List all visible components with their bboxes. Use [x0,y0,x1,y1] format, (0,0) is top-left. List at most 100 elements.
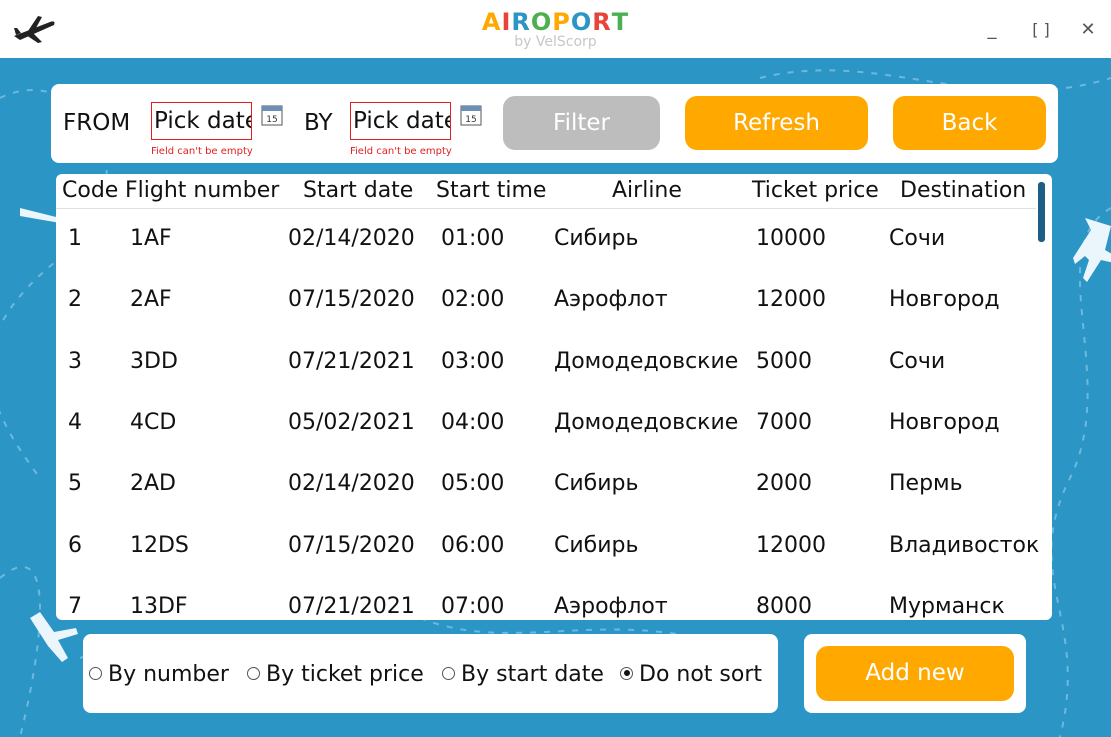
brand-letter: O [530,8,553,36]
cell-code: 4 [68,409,82,435]
cell-start-time: 03:00 [441,348,505,374]
cell-code: 1 [68,226,82,251]
cell-airline: Сибирь [554,471,639,497]
cell-ticket-price: 12000 [756,287,826,313]
cell-airline: Сибирь [554,532,639,558]
column-header-flight-number[interactable]: Flight number [125,178,279,203]
cell-start-time: 04:00 [441,409,505,435]
cell-airline: Аэрофлот [554,287,668,313]
radio-indicator[interactable] [442,666,455,680]
brand-letter: R [592,8,612,36]
radio-label: By start date [461,662,604,687]
cell-start-time: 06:00 [441,532,505,558]
title-bar: AIROPORT by VelScorp _ [ ] ✕ [0,0,1111,58]
cell-start-date: 02/14/2020 [288,471,415,497]
cell-destination: Сочи [889,226,946,251]
cell-start-date: 07/15/2020 [288,287,415,313]
cell-airline: Домодедовские [554,348,739,374]
cell-ticket-price: 12000 [756,532,826,558]
app-subtitle: by VelScorp [514,34,597,50]
radio-indicator[interactable] [89,666,102,680]
cell-ticket-price: 8000 [756,593,812,619]
back-button[interactable]: Back [893,96,1046,150]
filter-button[interactable]: Filter [503,96,660,150]
table-row[interactable]: 5 2AD 02/14/2020 05:00 Сибирь 2000 Пермь [56,457,1036,518]
radio-indicator[interactable] [620,666,633,680]
from-date-input[interactable]: Pick date [151,102,252,140]
cell-destination: Новгород [889,287,1000,313]
cell-start-date: 07/21/2021 [288,593,415,619]
cell-start-time: 07:00 [441,593,505,619]
app-logo: AIROPORT [0,8,1111,36]
table-row[interactable]: 7 13DF 07/21/2021 07:00 Аэрофлот 8000 Мурманск [56,580,1036,620]
cell-airline: Аэрофлот [554,593,668,619]
cell-flight-number: 2AD [130,471,176,497]
cell-flight-number: 2AF [130,287,172,313]
by-calendar-icon[interactable]: 15 [460,104,482,126]
column-header-code[interactable]: Code [62,178,118,203]
cell-code: 3 [68,348,82,374]
do-not-sort-radio[interactable]: Do not sort [620,662,762,687]
table-row[interactable]: 6 12DS 07/15/2020 06:00 Сибирь 12000 Владивост… [56,519,1040,580]
brand-letter: I [501,8,512,36]
from-calendar-icon[interactable]: 15 [261,104,283,126]
table-row[interactable]: 3 3DD 07/21/2021 03:00 Домодедовские 5000 Сочи [56,335,1036,396]
cell-start-date: 02/14/2020 [288,226,415,251]
cell-flight-number: 1AF [130,226,172,251]
brand-letter: O [570,8,593,36]
close-button[interactable]: ✕ [1074,16,1102,44]
table-row[interactable]: 4 4CD 05/02/2021 04:00 Домодедовские 7000 Новг… [56,396,1036,457]
radio-label: By ticket price [266,662,424,687]
table-row[interactable]: 2 2AF 07/15/2020 02:00 Аэрофлот 12000 Новгород [56,273,1036,334]
refresh-button[interactable]: Refresh [685,96,868,150]
cell-start-time: 02:00 [441,287,505,313]
flights-table[interactable]: Code Flight number Start date Start time… [56,174,1052,620]
sort-by-number-radio[interactable]: By number [89,662,229,687]
vertical-scrollbar[interactable] [1038,182,1045,242]
cell-start-date: 05/02/2021 [288,409,415,435]
cell-airline: Сибирь [554,226,639,251]
svg-text:15: 15 [266,115,277,125]
cell-code: 6 [68,532,82,558]
radio-label: By number [108,662,229,687]
cell-code: 7 [68,593,82,619]
cell-code: 2 [68,287,82,313]
svg-text:15: 15 [465,115,476,125]
cell-ticket-price: 2000 [756,471,812,497]
add-new-button[interactable]: Add new [816,646,1014,701]
app-window: AIROPORT by VelScorp _ [ ] ✕ FROM Pick d… [0,0,1111,737]
cell-destination: Сочи [889,348,946,374]
header-divider [56,208,1036,209]
cell-destination: Владивосток [889,532,1040,558]
cell-start-time: 01:00 [441,226,505,251]
sort-by-ticket-price-radio[interactable]: By ticket price [247,662,424,687]
cell-flight-number: 3DD [130,348,178,374]
brand-letter: T [611,8,630,36]
column-header-start-time[interactable]: Start time [436,178,546,203]
brand-letter: P [552,8,571,36]
cell-flight-number: 4CD [130,409,177,435]
cell-start-date: 07/15/2020 [288,532,415,558]
column-header-ticket-price[interactable]: Ticket price [752,178,879,203]
column-header-start-date[interactable]: Start date [303,178,413,203]
cell-flight-number: 13DF [130,593,188,619]
cell-ticket-price: 7000 [756,409,812,435]
cell-destination: Новгород [889,409,1000,435]
radio-indicator[interactable] [247,666,260,680]
column-header-destination[interactable]: Destination [900,178,1026,203]
maximize-button[interactable]: [ ] [1024,16,1058,44]
by-date-error: Field can't be empty [350,146,452,157]
brand-letter: R [511,8,531,36]
table-row[interactable]: 1 1AF 02/14/2020 01:00 Сибирь 10000 Сочи [56,212,1036,273]
cell-start-time: 05:00 [441,471,505,497]
cell-destination: Пермь [889,471,963,497]
sort-by-start-date-radio[interactable]: By start date [442,662,604,687]
cell-ticket-price: 5000 [756,348,812,374]
column-header-airline[interactable]: Airline [612,178,682,203]
by-label: BY [304,110,333,136]
cell-ticket-price: 10000 [756,226,826,251]
by-date-input[interactable]: Pick date [350,102,451,140]
cell-airline: Домодедовские [554,409,739,435]
brand-letter: A [481,8,502,36]
minimize-button[interactable]: _ [978,16,1006,44]
